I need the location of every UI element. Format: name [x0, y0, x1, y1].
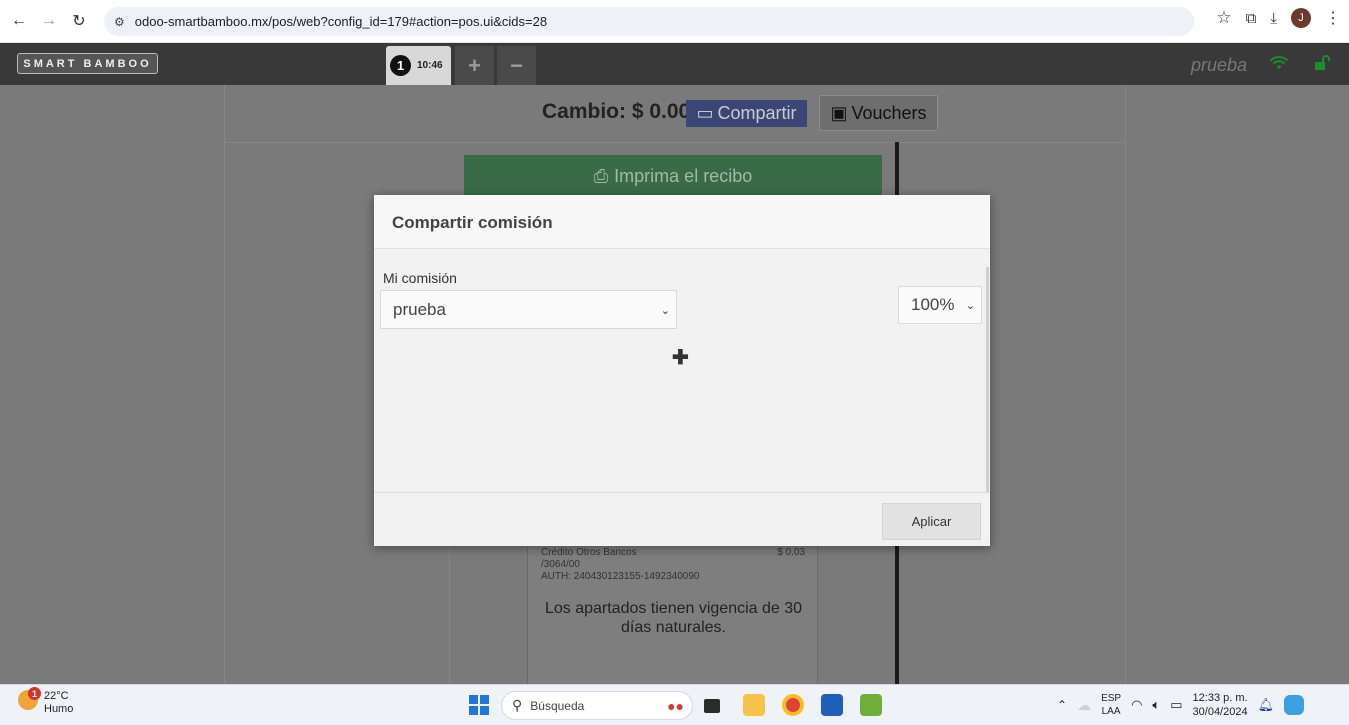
weather-widget[interactable]: 1 22°C Humo [18, 687, 74, 716]
cashier-name[interactable]: prueba [1191, 55, 1247, 76]
card-icon: ▭ [696, 103, 714, 123]
dialog-title: Compartir comisión [392, 213, 553, 232]
weather-badge: 1 [28, 687, 41, 700]
language-bottom[interactable]: LAA [1101, 705, 1121, 718]
strawberry-icon: ●● [667, 697, 684, 714]
add-order-button[interactable]: + [455, 46, 494, 85]
change-amount: Cambio: $ 0.00 [542, 100, 691, 123]
share-commission-dialog: Compartir comisión Mi comisión prueba ⌄ … [374, 195, 990, 546]
windows-taskbar: 1 22°C Humo ⚲ Búsqueda ●● ⌃ ☁ ESP LAA ◠ … [0, 684, 1349, 725]
battery-icon[interactable]: ▭ [1170, 697, 1182, 713]
task-view-icon[interactable] [704, 699, 720, 713]
copilot-icon[interactable] [1284, 695, 1305, 715]
file-explorer-icon[interactable] [743, 694, 765, 716]
apply-button[interactable]: Aplicar [882, 503, 981, 540]
vouchers-button[interactable]: ▣ Vouchers [819, 95, 938, 131]
chrome-icon[interactable] [782, 694, 804, 716]
system-tray: ⌃ ☁ ESP LAA ◠ 🔈︎ ▭ 12:33 p. m. 30/04/202… [1057, 691, 1305, 719]
forward-icon[interactable]: → [34, 6, 64, 36]
percent-select-value: 100% [911, 295, 955, 314]
dialog-header: Compartir comisión [374, 195, 990, 249]
download-icon[interactable]: ⤓ [1270, 10, 1277, 27]
percent-select[interactable]: 100% ⌄ [898, 286, 982, 324]
reload-icon[interactable]: ↻ [64, 6, 94, 36]
user-select-value: prueba [393, 299, 446, 319]
extensions-icon[interactable]: ⧉ [1246, 10, 1257, 27]
user-select[interactable]: prueba ⌄ [380, 290, 677, 329]
cloud-icon[interactable]: ☁ [1077, 697, 1091, 714]
print-label: Imprima el recibo [614, 165, 753, 186]
notification-bell-icon[interactable]: 🔔︎ [1258, 697, 1275, 713]
chevron-up-icon[interactable]: ⌃ [1057, 698, 1067, 712]
image-icon: ▣ [830, 102, 848, 123]
divider [449, 525, 450, 684]
share-commission-button[interactable]: ▭ Compartir [686, 100, 807, 127]
app-icon[interactable] [860, 694, 882, 716]
clock-date[interactable]: 30/04/2024 [1193, 705, 1248, 719]
receipt-payment-amount: $ 0.03 [777, 547, 805, 558]
add-commission-row-icon[interactable]: ✚ [672, 345, 689, 370]
vouchers-label: Vouchers [851, 102, 927, 123]
language-top[interactable]: ESP [1101, 692, 1121, 705]
dialog-scrollbar[interactable] [986, 267, 989, 512]
wifi-tray-icon[interactable]: ◠ [1131, 697, 1142, 713]
chevron-down-icon: ⌄ [965, 300, 975, 312]
dialog-footer: Aplicar [374, 492, 990, 546]
browser-toolbar: ← → ↻ ⚙ odoo-smartbamboo.mx/pos/web?conf… [0, 0, 1349, 43]
weather-icon: 1 [18, 687, 41, 710]
temperature: 22°C [44, 690, 69, 702]
chevron-down-icon: ⌄ [660, 305, 670, 317]
site-info-icon[interactable]: ⚙ [114, 15, 125, 29]
search-icon: ⚲ [512, 697, 523, 713]
windows-start-icon[interactable] [469, 695, 489, 715]
print-receipt-button[interactable]: ⎙ Imprima el recibo [464, 155, 882, 197]
smart-bamboo-logo: SMART BAMBOO [17, 53, 158, 74]
order-number: 1 [390, 55, 411, 76]
store-icon[interactable] [821, 694, 843, 716]
wifi-icon [1269, 55, 1289, 76]
commission-label: Mi comisión [383, 270, 457, 286]
weather-condition: Humo [44, 703, 74, 715]
bookmark-star-icon[interactable]: ☆ [1216, 8, 1231, 28]
receipt-payment-method: Crédito Otros Bancos [541, 547, 637, 558]
order-time: 10:46 [417, 60, 443, 71]
search-placeholder: Búsqueda [530, 698, 585, 713]
receipt-ref: /3064/00 [541, 559, 580, 570]
printer-icon: ⎙ [593, 165, 609, 186]
remove-order-button[interactable]: − [497, 46, 536, 85]
profile-avatar[interactable]: J [1291, 8, 1311, 28]
order-tab[interactable]: 1 10:46 [386, 46, 451, 85]
divider [224, 142, 1126, 143]
volume-icon[interactable]: 🔈︎ [1152, 697, 1160, 713]
receipt-auth: AUTH: 240430123155-1492340090 [541, 571, 700, 582]
pos-header: SMART BAMBOO 1 10:46 + − prueba [0, 43, 1349, 85]
url-text[interactable]: odoo-smartbamboo.mx/pos/web?config_id=17… [135, 14, 547, 29]
back-icon[interactable]: ← [4, 6, 34, 36]
receipt-preview: Crédito Otros Bancos $ 0.03 /3064/00 AUT… [527, 540, 818, 684]
receipt-note: Los apartados tienen vigencia de 30 días… [544, 600, 803, 636]
unlock-icon[interactable] [1314, 55, 1332, 76]
share-label: Compartir [717, 103, 797, 123]
address-bar[interactable]: ⚙ odoo-smartbamboo.mx/pos/web?config_id=… [104, 7, 1194, 36]
taskbar-search[interactable]: ⚲ Búsqueda ●● [501, 691, 693, 720]
clock-time[interactable]: 12:33 p. m. [1193, 691, 1248, 705]
menu-kebab-icon[interactable]: ⋮ [1325, 8, 1341, 28]
